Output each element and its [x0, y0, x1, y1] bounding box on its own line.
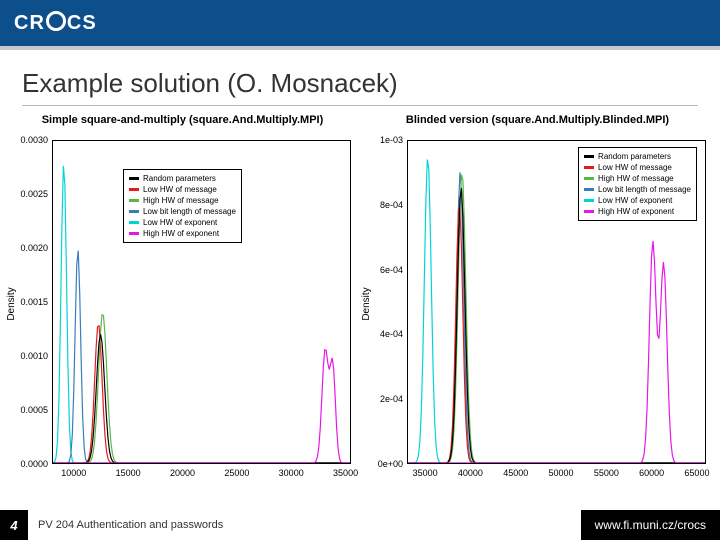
legend-item: Low bit length of message — [129, 206, 236, 217]
ytick: 8e-04 — [380, 200, 403, 210]
chart-left-legend: Random parametersLow HW of messageHigh H… — [123, 169, 242, 243]
legend-item: High HW of exponent — [584, 206, 691, 217]
charts-row: Simple square-and-multiply (square.And.M… — [0, 114, 720, 494]
logo: CRCS — [14, 11, 97, 35]
legend-item: High HW of message — [584, 173, 691, 184]
ytick: 2e-04 — [380, 394, 403, 404]
xtick: 55000 — [594, 468, 619, 478]
title-underline — [22, 105, 698, 106]
xtick: 20000 — [170, 468, 195, 478]
legend-item: High HW of exponent — [129, 228, 236, 239]
legend-item: High HW of message — [129, 195, 236, 206]
chart-left-yticks: 0.00000.00050.00100.00150.00200.00250.00… — [8, 140, 50, 464]
ytick: 0.0015 — [20, 297, 48, 307]
ytick: 4e-04 — [380, 329, 403, 339]
xtick: 15000 — [116, 468, 141, 478]
xtick: 45000 — [503, 468, 528, 478]
xtick: 65000 — [684, 468, 709, 478]
legend-item: Low HW of exponent — [129, 217, 236, 228]
xtick: 50000 — [549, 468, 574, 478]
xtick: 40000 — [458, 468, 483, 478]
ytick: 0.0000 — [20, 459, 48, 469]
xtick: 25000 — [224, 468, 249, 478]
ytick: 0.0010 — [20, 351, 48, 361]
chart-right-yticks: 0e+002e-044e-046e-048e-041e-03 — [363, 140, 405, 464]
xtick: 35000 — [333, 468, 358, 478]
chart-left-xticks: 100001500020000250003000035000 — [52, 468, 351, 484]
chart-left: Simple square-and-multiply (square.And.M… — [8, 114, 357, 494]
chart-right-xticks: 35000 40000 45000 50000 55000 60000 65000 — [407, 468, 706, 484]
footer-course: PV 204 Authentication and passwords — [28, 519, 223, 531]
header-bar: CRCS — [0, 0, 720, 46]
ytick: 0.0030 — [20, 135, 48, 145]
chart-left-plot: Random parametersLow HW of messageHigh H… — [52, 140, 351, 464]
legend-item: Low HW of message — [584, 162, 691, 173]
legend-item: Random parameters — [584, 151, 691, 162]
chart-right: Blinded version (square.And.Multiply.Bli… — [363, 114, 712, 494]
legend-item: Low bit length of message — [584, 184, 691, 195]
page-title: Example solution (O. Mosnacek) — [0, 50, 720, 105]
xtick: 60000 — [639, 468, 664, 478]
ytick: 0.0020 — [20, 243, 48, 253]
ytick: 1e-03 — [380, 135, 403, 145]
xtick: 10000 — [61, 468, 86, 478]
chart-right-title: Blinded version (square.And.Multiply.Bli… — [363, 114, 712, 126]
legend-item: Random parameters — [129, 173, 236, 184]
ytick: 6e-04 — [380, 265, 403, 275]
legend-item: Low HW of exponent — [584, 195, 691, 206]
ytick: 0.0005 — [20, 405, 48, 415]
legend-item: Low HW of message — [129, 184, 236, 195]
xtick: 30000 — [279, 468, 304, 478]
ytick: 0e+00 — [378, 459, 403, 469]
xtick: 35000 — [413, 468, 438, 478]
footer: 4 PV 204 Authentication and passwords ww… — [0, 510, 720, 540]
footer-url: www.fi.muni.cz/crocs — [581, 510, 720, 540]
ytick: 0.0025 — [20, 189, 48, 199]
chart-left-title: Simple square-and-multiply (square.And.M… — [8, 114, 357, 126]
chart-right-legend: Random parametersLow HW of messageHigh H… — [578, 147, 697, 221]
page-number: 4 — [0, 510, 28, 540]
chart-right-plot: Random parametersLow HW of messageHigh H… — [407, 140, 706, 464]
